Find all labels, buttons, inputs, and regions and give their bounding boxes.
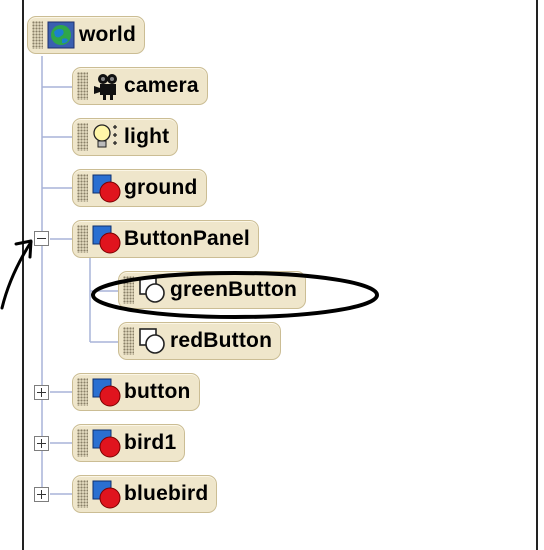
object-icon [92,225,121,254]
object-icon [92,378,121,407]
tree-node-light[interactable]: light [72,118,179,156]
camera-icon [94,74,117,100]
tree-node-bird1[interactable]: bird1 [72,424,186,462]
drag-grip[interactable] [77,123,88,151]
part-icon [139,328,165,354]
drag-grip[interactable] [123,327,134,355]
drag-grip[interactable] [77,225,88,253]
drag-grip[interactable] [77,429,88,457]
expand-toggle-bird1[interactable] [34,436,49,451]
tree-node-label: ButtonPanel [124,227,250,250]
tree-node-bluebird[interactable]: bluebird [72,475,218,513]
tree-node-label: bluebird [124,482,209,505]
globe-icon [47,21,75,49]
tree-node-camera[interactable]: camera [72,67,208,105]
collapse-toggle-buttonpanel[interactable] [34,231,49,246]
tree-node-label: camera [124,74,199,97]
tree-node-world[interactable]: world [27,16,145,54]
object-icon [92,480,121,509]
tree-node-label: world [79,23,136,46]
tree-node-redbutton[interactable]: redButton [118,322,282,360]
drag-grip[interactable] [123,276,134,304]
tree-node-label: greenButton [170,278,298,301]
tree-node-label: bird1 [124,431,177,454]
expand-toggle-bluebird[interactable] [34,487,49,502]
tree-node-buttonpanel[interactable]: ButtonPanel [72,220,259,258]
drag-grip[interactable] [77,174,88,202]
drag-grip[interactable] [77,72,88,100]
tree-node-label: button [124,380,191,403]
tree-node-label: ground [124,176,198,199]
tree-node-greenbutton[interactable]: greenButton [118,271,307,309]
part-icon [139,277,165,303]
drag-grip[interactable] [77,480,88,508]
object-icon [92,174,121,203]
drag-grip[interactable] [77,378,88,406]
drag-grip[interactable] [32,21,43,49]
lightbulb-icon [93,124,117,148]
object-icon [92,429,121,458]
expand-toggle-button[interactable] [34,385,49,400]
tree-node-ground[interactable]: ground [72,169,207,207]
tree-node-label: redButton [170,329,273,352]
tree-node-button[interactable]: button [72,373,200,411]
tree-node-label: light [124,125,170,148]
